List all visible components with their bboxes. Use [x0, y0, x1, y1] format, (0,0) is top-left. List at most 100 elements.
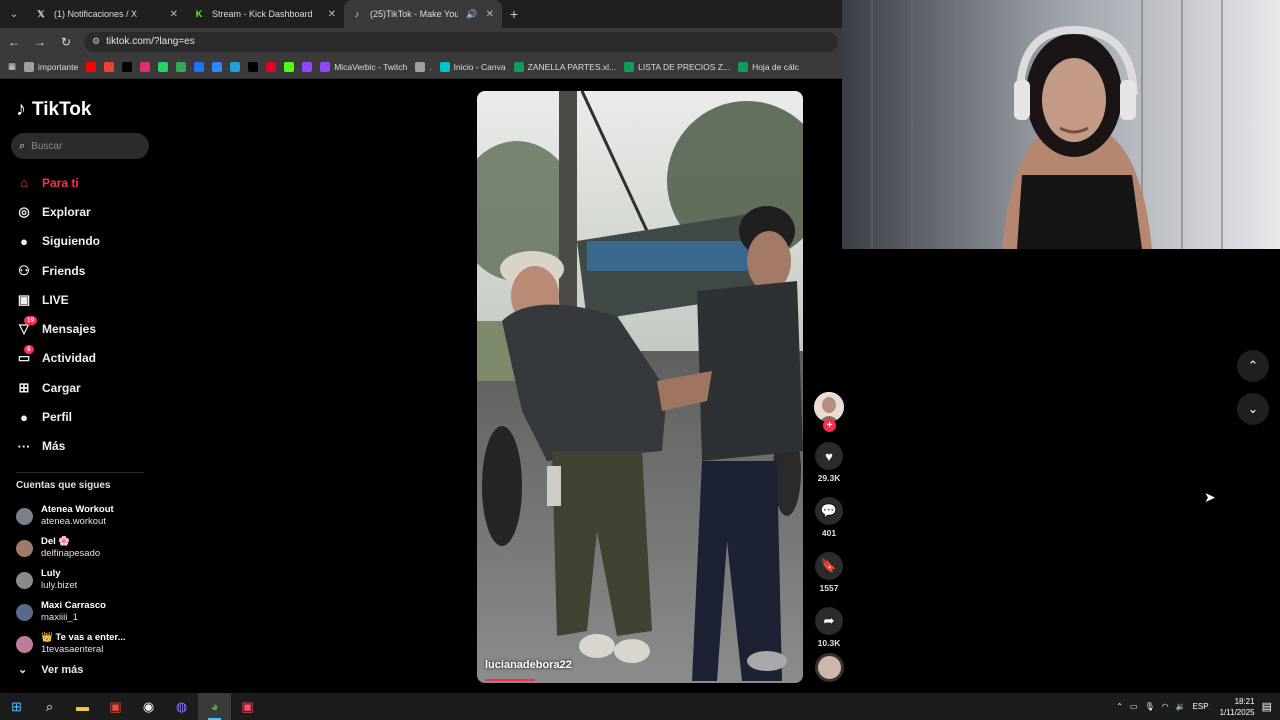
search-icon[interactable]: ⌕ [33, 693, 66, 720]
bookmark-item[interactable] [140, 61, 151, 72]
following-account-item[interactable]: Maxi Carrasco maxiiii_1 [16, 596, 156, 628]
network-icon[interactable]: ▭ [1130, 702, 1138, 711]
video-progress-bar[interactable] [485, 679, 535, 681]
bookmark-item[interactable] [212, 61, 223, 72]
sidebar-item-perfil[interactable]: ● Perfil [16, 402, 156, 431]
back-arrow-icon[interactable]: ← [6, 35, 22, 49]
tab-search-chevron-icon[interactable]: ⌄ [0, 0, 28, 28]
bookmark-favicon-icon [140, 61, 151, 72]
tab-tiktok[interactable]: ♪ (25)TikTok - Make Your Day 🔊 ✕ [344, 0, 502, 28]
sidebar-item-label: Perfil [42, 410, 73, 425]
app-pink-icon[interactable]: ▣ [231, 693, 264, 720]
follow-plus-button[interactable]: + [823, 419, 836, 432]
notifications-icon[interactable]: ▤ [1262, 700, 1272, 713]
search-input[interactable]: ⌕ Buscar [11, 133, 149, 159]
wifi-icon[interactable]: ◠ [1162, 702, 1169, 711]
sidebar-item-label: Friends [42, 263, 86, 278]
chat-app-icon[interactable]: ◍ [165, 693, 198, 720]
close-icon[interactable]: ✕ [170, 9, 178, 20]
bookmark-item[interactable] [284, 61, 295, 72]
bookmark-item[interactable]: MicaVerbic - Twitch [320, 61, 407, 72]
next-video-button[interactable]: ⌄ [1237, 393, 1269, 425]
account-text: Del 🌸 delfinapesado [41, 536, 100, 560]
new-tab-button[interactable]: + [502, 2, 526, 26]
video-player[interactable]: lucianadebora22 [477, 91, 803, 683]
clock[interactable]: 18:21 1/11/2025 [1220, 696, 1255, 718]
sidebar-item-live[interactable]: ▣ LIVE [16, 285, 156, 314]
obs-icon[interactable]: ◉ [132, 693, 165, 720]
comment-button[interactable]: 💬 [815, 497, 843, 525]
bookmark-item[interactable] [248, 61, 259, 72]
tab-kick-dashboard[interactable]: K Stream - Kick Dashboard ✕ [186, 0, 344, 28]
bookmark-favicon-icon [738, 61, 749, 72]
webcam-image [842, 0, 1280, 249]
bookmark-item[interactable]: importante [24, 61, 78, 72]
bookmark-favicon-icon [194, 61, 205, 72]
microphone-icon[interactable]: 🎙 [1144, 702, 1154, 711]
following-account-item[interactable]: Atenea Workout atenea.workout [16, 500, 156, 532]
bookmark-item[interactable] [230, 61, 241, 72]
chrome-icon[interactable]: ◕ [198, 693, 231, 720]
account-handle: luly.bizet [41, 580, 78, 591]
browser-toolbar: ← → ↻ ⚙ tiktok.com/?lang=es [0, 28, 842, 55]
sidebar-item-siguiendo[interactable]: ● Siguiendo [16, 227, 156, 256]
bookmark-item[interactable] [176, 61, 187, 72]
sidebar-item-para-ti[interactable]: ⌂ Para ti [16, 168, 156, 197]
clock-date: 1/11/2025 [1219, 707, 1255, 717]
bookmark-item[interactable] [86, 61, 97, 72]
sidebar-item-explorar[interactable]: ◎ Explorar [16, 197, 156, 226]
chevron-up-icon[interactable]: ⌃ [1116, 702, 1123, 711]
reload-icon[interactable]: ↻ [58, 35, 74, 49]
bookmark-item[interactable]: ZANELLA PARTES.xl... [513, 61, 616, 72]
creator-avatar[interactable] [814, 392, 844, 422]
webcam-overlay [842, 0, 1280, 249]
chevron-up-icon: ⌃ [1247, 358, 1259, 373]
clock-time: 18:21 [1234, 696, 1255, 706]
address-bar[interactable]: ⚙ tiktok.com/?lang=es [84, 31, 838, 52]
compass-icon: ◎ [18, 203, 30, 219]
bookmark-item[interactable]: LISTA DE PRECIOS Z... [624, 61, 730, 72]
bookmark-item[interactable] [302, 61, 313, 72]
app-red-icon[interactable]: ▣ [99, 693, 132, 720]
apps-grid-icon[interactable]: ▦ [8, 61, 16, 72]
share-button[interactable]: ➦ [815, 607, 843, 635]
comment-count: 401 [821, 528, 837, 538]
speaker-icon[interactable]: 🔊 [466, 9, 477, 20]
site-settings-icon[interactable]: ⚙ [92, 36, 100, 47]
sidebar-item-cargar[interactable]: ⊞ Cargar [16, 373, 156, 402]
sidebar-item-friends[interactable]: ⚇ Friends [16, 256, 156, 285]
bookmark-item[interactable] [104, 61, 115, 72]
language-indicator[interactable]: ESP [1193, 702, 1209, 711]
see-more-button[interactable]: ⌄ Ver más [18, 663, 84, 677]
following-account-item[interactable]: Del 🌸 delfinapesado [16, 532, 156, 564]
forward-arrow-icon[interactable]: → [32, 35, 48, 49]
tiktok-logo[interactable]: ♪ TikTok [16, 98, 91, 121]
like-button[interactable]: ♥ [815, 442, 843, 470]
tab-notifications-x[interactable]: 𝕏 (1) Notificaciones / X ✕ [28, 0, 186, 28]
following-account-item[interactable]: 👑 Te vas a enter... 1tevasaenteral [16, 628, 156, 660]
bookmark-item[interactable] [158, 61, 169, 72]
previous-video-button[interactable]: ⌃ [1237, 350, 1269, 382]
save-button[interactable]: 🔖 [815, 552, 843, 580]
music-disc-avatar[interactable] [815, 653, 844, 682]
see-more-label: Ver más [41, 663, 84, 676]
video-author-name[interactable]: lucianadebora22 [485, 659, 572, 671]
sidebar-item-actividad[interactable]: ▭ 6 Actividad [16, 344, 156, 373]
sidebar-item-mensajes[interactable]: ▽ 19 Mensajes [16, 314, 156, 343]
bookmark-item[interactable] [122, 61, 133, 72]
windows-start-icon[interactable]: ⊞ [0, 693, 33, 720]
close-icon[interactable]: ✕ [328, 9, 336, 20]
bookmark-item[interactable] [194, 61, 205, 72]
bookmark-item[interactable]: Hoja de cálc [738, 61, 799, 72]
bookmark-item[interactable] [266, 61, 277, 72]
following-account-item[interactable]: Luly luly.bizet [16, 564, 156, 596]
bookmark-favicon-icon [284, 61, 295, 72]
sidebar-divider [16, 472, 144, 473]
sidebar-item-m-s[interactable]: ··· Más [16, 432, 156, 461]
volume-icon[interactable]: 🔉 [1176, 702, 1186, 711]
bookmark-item[interactable]: . [415, 61, 432, 72]
close-icon[interactable]: ✕ [486, 9, 494, 20]
bookmark-item[interactable]: Inicio - Canva [439, 61, 506, 72]
file-explorer-icon[interactable]: ▬ [66, 693, 99, 720]
creator-avatar-image [814, 392, 844, 422]
